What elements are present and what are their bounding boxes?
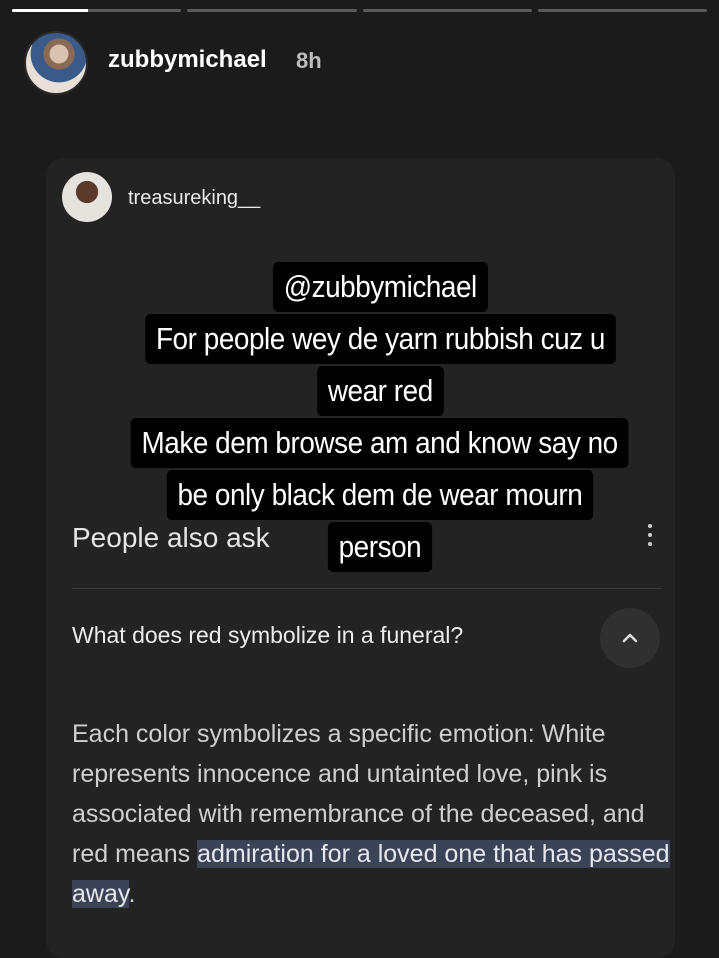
progress-segment-2 bbox=[187, 9, 357, 12]
overlay-line: person bbox=[327, 522, 433, 572]
answer-text: Each color symbolizes a specific emotion… bbox=[72, 714, 672, 914]
shared-post-avatar[interactable] bbox=[62, 172, 112, 222]
collapse-button[interactable] bbox=[600, 608, 660, 668]
overlay-line: be only black dem de wear mourn bbox=[166, 470, 594, 520]
story-progress bbox=[12, 9, 707, 13]
overlay-line: @zubbymichael bbox=[272, 262, 488, 312]
progress-segment-3 bbox=[362, 9, 532, 12]
question-text[interactable]: What does red symbolize in a funeral? bbox=[72, 622, 463, 649]
progress-segment-4 bbox=[537, 9, 707, 12]
chevron-up-icon bbox=[622, 633, 638, 643]
progress-segment-1 bbox=[12, 9, 182, 12]
overlay-line: wear red bbox=[316, 366, 444, 416]
story-time: 8h bbox=[296, 48, 322, 73]
story-username[interactable]: zubbymichael bbox=[108, 46, 267, 74]
overlay-line: Make dem browse am and know say no bbox=[131, 418, 629, 468]
overlay-line: For people wey de yarn rubbish cuz u bbox=[144, 314, 616, 364]
text-overlay: @zubbymichael For people wey de yarn rub… bbox=[60, 262, 700, 574]
story-avatar[interactable] bbox=[24, 31, 88, 95]
shared-post-username[interactable]: treasureking__ bbox=[128, 187, 260, 210]
answer-end: . bbox=[128, 880, 136, 908]
divider bbox=[72, 588, 662, 589]
